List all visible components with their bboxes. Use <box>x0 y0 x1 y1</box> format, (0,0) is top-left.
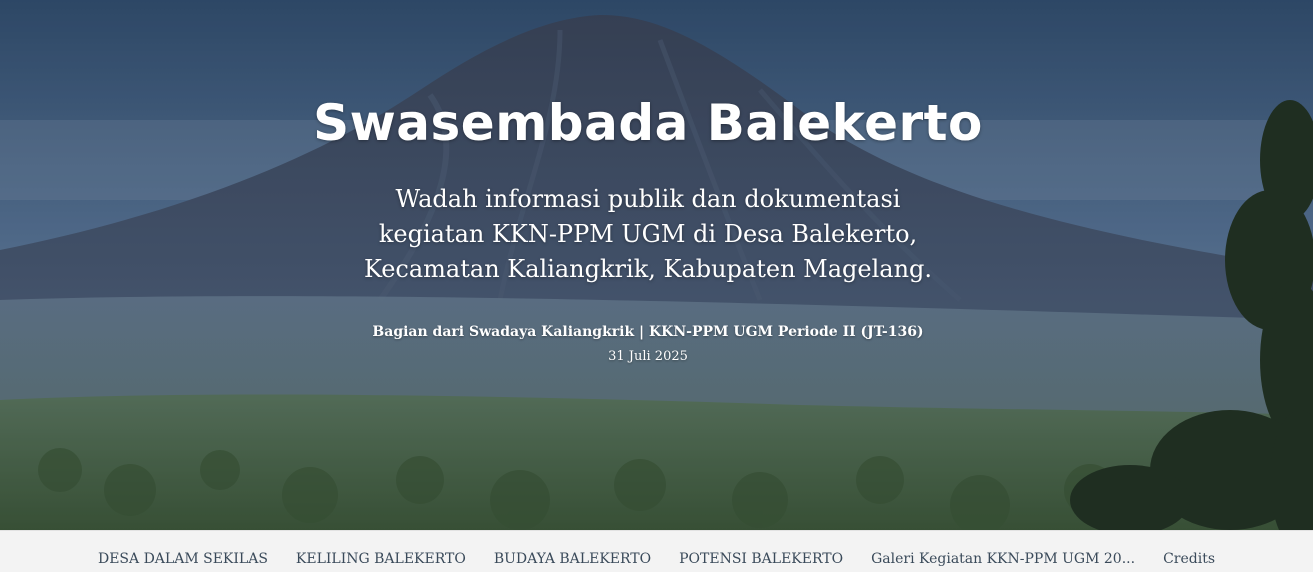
nav-item-budaya-balekerto[interactable]: BUDAYA BALEKERTO <box>494 537 651 567</box>
nav-item-potensi-balekerto[interactable]: POTENSI BALEKERTO <box>679 537 843 567</box>
byline: Bagian dari Swadaya Kaliangkrik | KKN-PP… <box>372 324 924 340</box>
nav-item-desa-dalam-sekilas[interactable]: DESA DALAM SEKILAS <box>98 537 268 567</box>
main-navigation: DESA DALAM SEKILAS KELILING BALEKERTO BU… <box>0 530 1313 572</box>
hero-content: Swasembada Balekerto Wadah informasi pub… <box>0 0 1313 530</box>
site-description-line: Wadah informasi publik dan dokumentasi <box>395 185 901 213</box>
site-description-line: kegiatan KKN-PPM UGM di Desa Balekerto, <box>378 220 918 248</box>
page: Swasembada Balekerto Wadah informasi pub… <box>0 0 1313 572</box>
nav-item-galeri-kegiatan[interactable]: Galeri Kegiatan KKN-PPM UGM 20... <box>871 537 1135 567</box>
nav-item-credits[interactable]: Credits <box>1163 537 1215 567</box>
site-description: Wadah informasi publik dan dokumentasi k… <box>0 182 1296 287</box>
nav-item-keliling-balekerto[interactable]: KELILING BALEKERTO <box>296 537 466 567</box>
site-description-line: Kecamatan Kaliangkrik, Kabupaten Magelan… <box>363 255 933 283</box>
site-title: Swasembada Balekerto <box>313 94 983 152</box>
hero-banner: Swasembada Balekerto Wadah informasi pub… <box>0 0 1313 530</box>
publish-date: 31 Juli 2025 <box>608 349 688 364</box>
